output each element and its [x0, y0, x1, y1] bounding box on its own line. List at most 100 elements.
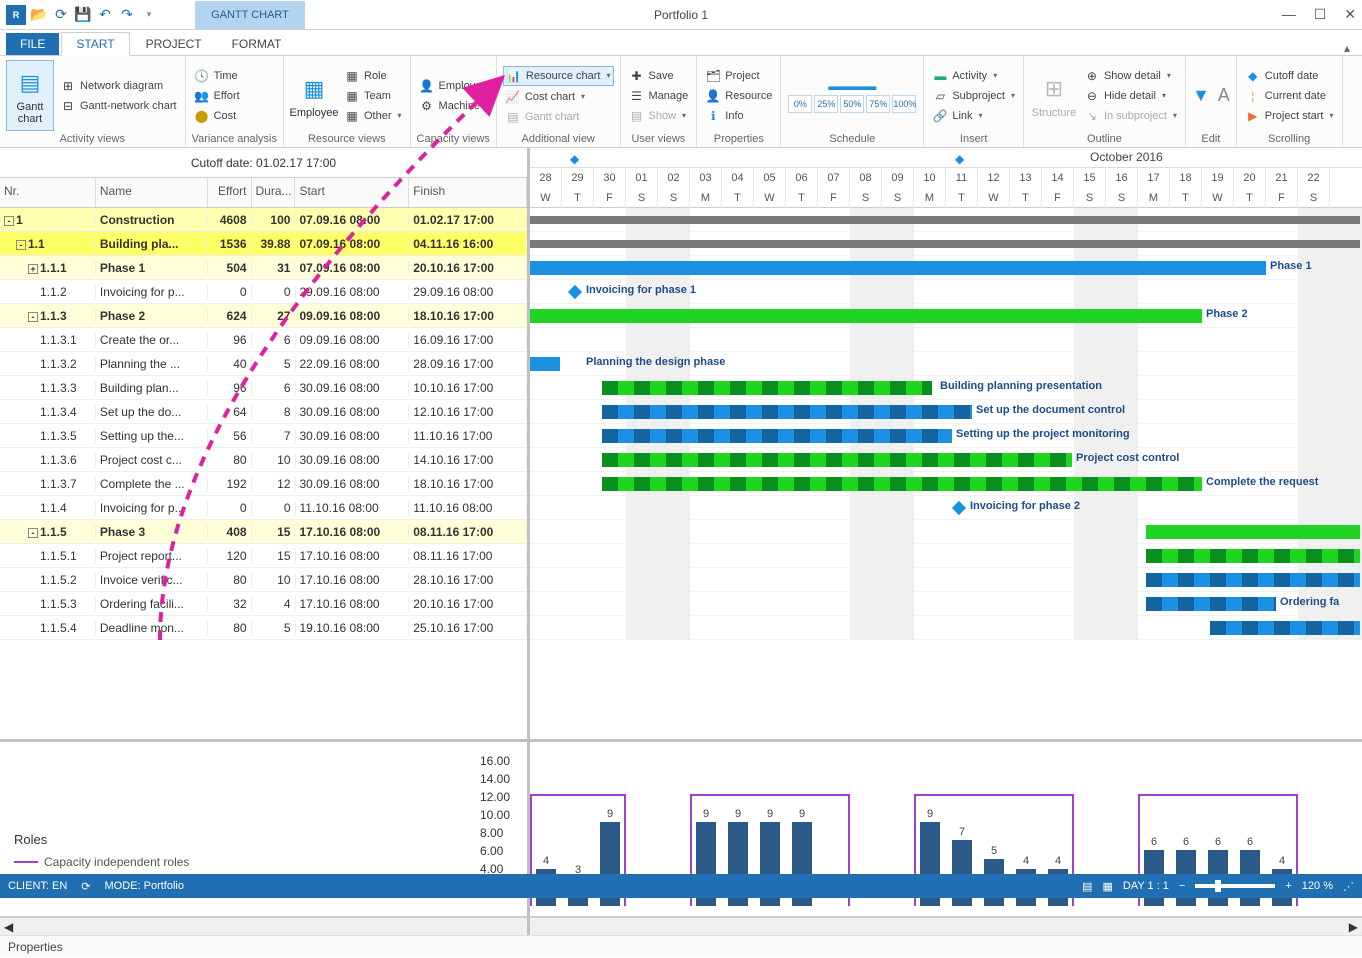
table-row[interactable]: 1.1.3.3Building plan...96630.09.16 08:00…	[0, 376, 527, 400]
table-row[interactable]: 1.1.4Invoicing for p...0011.10.16 08:001…	[0, 496, 527, 520]
gantt-bar[interactable]	[602, 381, 932, 395]
team-button[interactable]: ▦Team	[342, 87, 404, 105]
activity-insert-button[interactable]: ▬Activity	[930, 67, 1017, 85]
table-row[interactable]: 1.1.2Invoicing for p...0029.09.16 08:002…	[0, 280, 527, 304]
resize-grip-icon[interactable]: ⋰	[1343, 880, 1354, 893]
gantt-network-button[interactable]: ⊟Gantt-network chart	[58, 97, 179, 115]
refresh-status-icon[interactable]: ⟳	[81, 880, 90, 893]
cost-button[interactable]: ⬤Cost	[192, 107, 242, 125]
table-row[interactable]: 1.1.5.3Ordering facili...32417.10.16 08:…	[0, 592, 527, 616]
table-row[interactable]: 1.1.3.7Complete the ...1921230.09.16 08:…	[0, 472, 527, 496]
zoom-75-button[interactable]: 75%	[866, 95, 890, 113]
col-nr[interactable]: Nr.	[0, 178, 96, 207]
table-row[interactable]: -1.1.5Phase 34081517.10.16 08:0008.11.16…	[0, 520, 527, 544]
resource-props-button[interactable]: 👤Resource	[703, 87, 774, 105]
qat-dropdown-icon[interactable]: ▾	[140, 6, 158, 24]
gantt-bar[interactable]	[1146, 525, 1360, 539]
cap-employee-button[interactable]: 👤Employee	[417, 77, 490, 95]
manage-view-button[interactable]: ☰Manage	[627, 87, 691, 105]
show-detail-button[interactable]: ⊕Show detail	[1082, 67, 1179, 85]
tab-start[interactable]: START	[61, 32, 129, 56]
zoom-in-icon[interactable]: +	[1285, 880, 1291, 892]
table-row[interactable]: 1.1.5.1Project report...1201517.10.16 08…	[0, 544, 527, 568]
col-start[interactable]: Start	[295, 178, 409, 207]
zoom-25-button[interactable]: 25%	[814, 95, 838, 113]
horizontal-scrollbar[interactable]: ◀ ▶	[0, 917, 1362, 935]
current-date-button[interactable]: ¦Current date	[1243, 87, 1336, 105]
table-row[interactable]: -1.1.3Phase 26242709.09.16 08:0018.10.16…	[0, 304, 527, 328]
filter-icon[interactable]: ▼	[1192, 85, 1210, 106]
resource-chart-button[interactable]: 📊Resource chart	[503, 66, 614, 86]
gantt-bar[interactable]	[1146, 573, 1360, 587]
col-name[interactable]: Name	[96, 178, 208, 207]
cost-chart-button[interactable]: 📈Cost chart	[503, 88, 614, 106]
status-icon[interactable]: ▤	[1082, 880, 1092, 893]
zoom-out-icon[interactable]: −	[1179, 880, 1185, 892]
gantt-bar[interactable]	[530, 216, 1360, 224]
employee-view-button[interactable]: ▦Employee	[290, 60, 338, 131]
col-finish[interactable]: Finish	[409, 178, 527, 207]
gantt-bar[interactable]	[530, 357, 560, 371]
gantt-body[interactable]: Phase 1Invoicing for phase 1Phase 2Plann…	[530, 208, 1362, 739]
hide-detail-button[interactable]: ⊖Hide detail	[1082, 87, 1179, 105]
zoom-100-button[interactable]: 100%	[892, 95, 916, 113]
show-view-button[interactable]: ▤Show	[627, 107, 691, 125]
gantt-bar[interactable]	[1210, 621, 1360, 635]
open-icon[interactable]: 📂	[30, 6, 48, 24]
gantt-chart-button[interactable]: ▤ Gantt chart	[6, 60, 54, 131]
tab-file[interactable]: FILE	[6, 33, 59, 55]
network-diagram-button[interactable]: ⊞Network diagram	[58, 77, 179, 95]
gantt-bar[interactable]	[530, 309, 1202, 323]
refresh-icon[interactable]: ⟳	[52, 6, 70, 24]
table-row[interactable]: 1.1.3.2Planning the ...40522.09.16 08:00…	[0, 352, 527, 376]
subproject-button[interactable]: ▱Subproject	[930, 87, 1017, 105]
gantt-bar[interactable]	[1146, 597, 1276, 611]
table-row[interactable]: 1.1.3.4Set up the do...64830.09.16 08:00…	[0, 400, 527, 424]
table-row[interactable]: 1.1.5.2Invoice verific...801017.10.16 08…	[0, 568, 527, 592]
save-view-button[interactable]: ✚Save	[627, 67, 691, 85]
gantt-bar[interactable]	[602, 429, 952, 443]
font-icon[interactable]: A	[1218, 85, 1230, 106]
undo-icon[interactable]: ↶	[96, 6, 114, 24]
zoom-50-button[interactable]: 50%	[840, 95, 864, 113]
zoom-0-button[interactable]: 0%	[788, 95, 812, 113]
milestone[interactable]	[952, 501, 966, 515]
table-row[interactable]: +1.1.1Phase 15043107.09.16 08:0020.10.16…	[0, 256, 527, 280]
effort-button[interactable]: 👥Effort	[192, 87, 242, 105]
tab-project[interactable]: PROJECT	[132, 33, 216, 55]
gantt-pane[interactable]: October 2016 ◆ ◆ 28293001020304050607080…	[530, 148, 1362, 739]
table-row[interactable]: -1.1Building pla...153639.8807.09.16 08:…	[0, 232, 527, 256]
table-row[interactable]: 1.1.3.1Create the or...96609.09.16 08:00…	[0, 328, 527, 352]
close-button[interactable]: ✕	[1344, 6, 1356, 23]
other-button[interactable]: ▦Other	[342, 107, 404, 125]
zoom-slider[interactable]	[1195, 884, 1275, 888]
time-button[interactable]: 🕓Time	[192, 67, 242, 85]
project-props-button[interactable]: 🗂Project	[703, 67, 774, 85]
gantt-bar[interactable]	[530, 240, 1360, 248]
table-row[interactable]: -1Construction460810007.09.16 08:0001.02…	[0, 208, 527, 232]
table-row[interactable]: 1.1.3.6Project cost c...801030.09.16 08:…	[0, 448, 527, 472]
link-button[interactable]: 🔗Link	[930, 107, 1017, 125]
cap-machine-button[interactable]: ⚙Machine	[417, 97, 490, 115]
ribbon-collapse-icon[interactable]: ▴	[1344, 41, 1350, 55]
minimize-button[interactable]: —	[1282, 6, 1296, 23]
gantt-bar[interactable]	[602, 453, 1072, 467]
table-row[interactable]: 1.1.3.5Setting up the...56730.09.16 08:0…	[0, 424, 527, 448]
gantt-bar[interactable]	[530, 261, 1266, 275]
col-dura[interactable]: Dura...	[252, 178, 296, 207]
tab-format[interactable]: FORMAT	[218, 33, 296, 55]
role-button[interactable]: ▦Role	[342, 67, 404, 85]
gantt-bar[interactable]	[1146, 549, 1360, 563]
project-start-button[interactable]: ▶Project start	[1243, 107, 1336, 125]
gantt-bar[interactable]	[602, 477, 1202, 491]
cutoff-date-button[interactable]: ◆Cutoff date	[1243, 67, 1336, 85]
save-icon[interactable]: 💾	[74, 6, 92, 24]
milestone[interactable]	[568, 285, 582, 299]
table-row[interactable]: 1.1.5.4Deadline mon...80519.10.16 08:002…	[0, 616, 527, 640]
gantt-bar[interactable]	[602, 405, 972, 419]
properties-bar[interactable]: Properties	[0, 935, 1362, 957]
maximize-button[interactable]: ☐	[1314, 6, 1327, 23]
info-button[interactable]: ℹInfo	[703, 107, 774, 125]
col-effort[interactable]: Effort	[208, 178, 252, 207]
status-icon[interactable]: ▦	[1102, 880, 1112, 893]
